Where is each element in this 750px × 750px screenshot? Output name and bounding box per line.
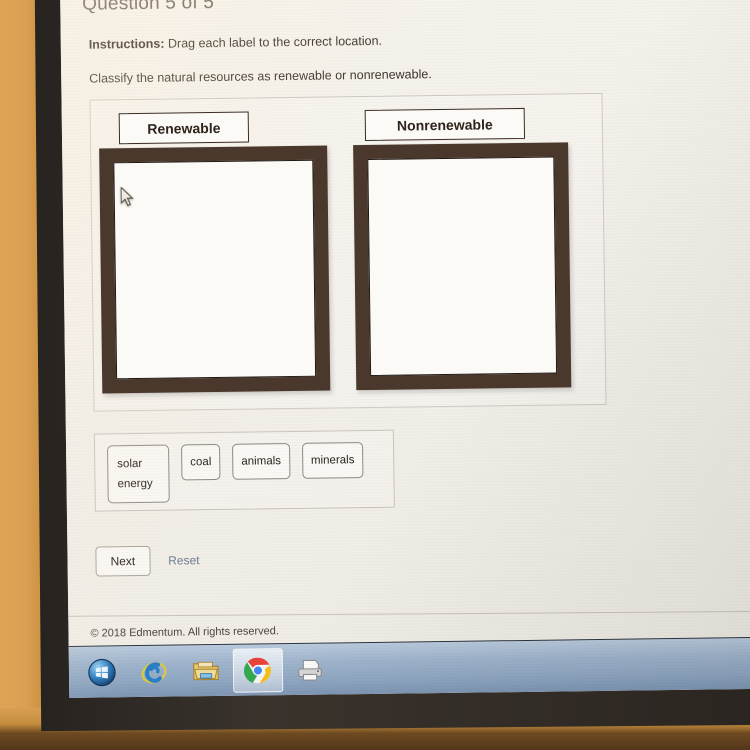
bucket-nonrenewable: Nonrenewable <box>353 107 572 391</box>
taskbar-item-google-chrome[interactable] <box>232 647 284 693</box>
printer-icon <box>298 659 322 681</box>
footer-copyright: © 2018 Edmentum. All rights reserved. <box>90 625 280 640</box>
draggable-label-animals[interactable]: animals <box>232 443 291 480</box>
dropzone-container: Renewable Nonrenewable <box>89 92 607 412</box>
instructions-line: Instructions: Drag each label to the cor… <box>89 29 739 52</box>
draggable-label-coal[interactable]: coal <box>181 443 221 481</box>
page-title: Question 5 of 5 <box>82 0 215 15</box>
windows-start-orb-icon <box>88 658 116 686</box>
taskbar-item-start[interactable] <box>77 650 128 695</box>
file-explorer-icon <box>193 661 219 680</box>
bucket-header-nonrenewable: Nonrenewable <box>364 107 526 142</box>
mouse-cursor-icon <box>120 187 134 207</box>
bucket-frame-nonrenewable <box>353 142 572 391</box>
next-button[interactable]: Next <box>95 545 151 577</box>
draggable-label-minerals[interactable]: minerals <box>301 442 364 479</box>
internet-explorer-icon <box>141 661 167 683</box>
windows-taskbar <box>68 636 750 698</box>
monitor-screen: Question 5 of 5 Instructions: Drag each … <box>60 0 750 698</box>
photograph-of-monitor: Question 5 of 5 Instructions: Drag each … <box>0 0 750 750</box>
action-row: Next Reset <box>95 538 745 577</box>
drop-target-renewable[interactable] <box>113 159 317 380</box>
taskbar-item-file-explorer[interactable] <box>181 648 232 693</box>
google-chrome-icon <box>243 657 271 683</box>
quiz-page: Question 5 of 5 Instructions: Drag each … <box>60 0 750 646</box>
draggable-label-solar-energy[interactable]: solar energy <box>107 444 170 504</box>
instructions-text: Drag each label to the correct location. <box>167 33 383 51</box>
label-bank: solar energy coal animals minerals <box>93 429 395 512</box>
question-prompt: Classify the natural resources as renewa… <box>89 67 432 86</box>
drop-target-nonrenewable[interactable] <box>367 156 558 376</box>
bucket-renewable: Renewable <box>99 111 331 394</box>
reset-link[interactable]: Reset <box>168 553 200 567</box>
taskbar-item-printer[interactable] <box>285 647 336 692</box>
bucket-frame-renewable <box>99 145 331 394</box>
bucket-header-renewable: Renewable <box>118 111 250 145</box>
taskbar-item-internet-explorer[interactable] <box>129 649 180 694</box>
instructions-label: Instructions: <box>88 36 165 52</box>
